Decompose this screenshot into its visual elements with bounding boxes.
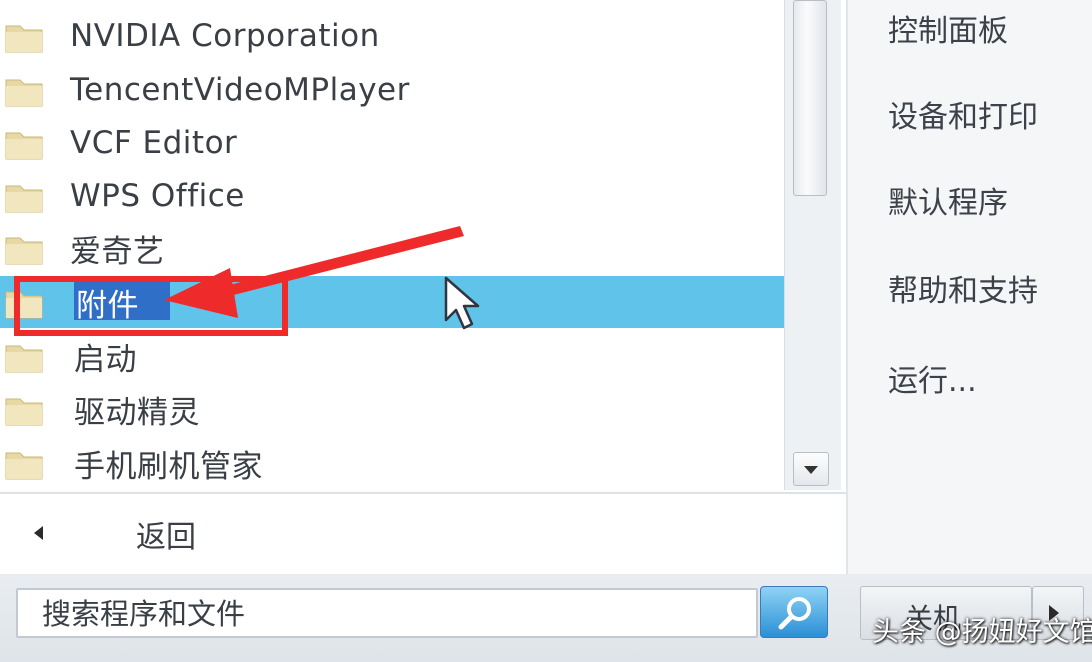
back-arrow-icon xyxy=(34,526,43,540)
program-item-iqiyi[interactable]: 爱奇艺 xyxy=(0,222,784,274)
right-item-default-programs[interactable]: 默认程序 xyxy=(888,178,1008,222)
folder-icon xyxy=(5,79,43,107)
right-item-devices-printers[interactable]: 设备和打印 xyxy=(888,92,1038,136)
folder-icon xyxy=(5,132,43,160)
mouse-cursor-icon xyxy=(444,276,480,330)
back-button[interactable]: 返回 xyxy=(0,504,846,562)
program-label: TencentVideoMPlayer xyxy=(70,72,410,108)
right-item-control-panel[interactable]: 控制面板 xyxy=(888,6,1008,50)
folder-icon xyxy=(5,237,43,265)
right-item-run[interactable]: 运行... xyxy=(888,356,977,400)
folder-icon xyxy=(5,25,43,53)
folder-icon xyxy=(5,452,43,480)
right-item-help-support[interactable]: 帮助和支持 xyxy=(888,266,1038,310)
search-button[interactable] xyxy=(760,586,828,638)
program-label: 爱奇艺 xyxy=(70,233,165,270)
program-item-wps-office[interactable]: WPS Office xyxy=(0,170,784,222)
back-label: 返回 xyxy=(136,520,196,555)
program-label: VCF Editor xyxy=(70,125,238,161)
program-label: NVIDIA Corporation xyxy=(70,18,380,54)
program-item-tencent-video[interactable]: TencentVideoMPlayer xyxy=(0,64,784,116)
folder-icon xyxy=(5,345,43,373)
program-item-vcf-editor[interactable]: VCF Editor xyxy=(0,117,784,169)
program-item-startup[interactable]: 启动 xyxy=(0,330,784,382)
scroll-down-button[interactable] xyxy=(793,452,829,486)
program-list-scrollbar[interactable] xyxy=(784,0,841,490)
folder-icon xyxy=(5,185,43,213)
right-panel: 控制面板 设备和打印 默认程序 帮助和支持 运行... xyxy=(846,0,1092,574)
program-label: 启动 xyxy=(74,341,137,378)
program-label: WPS Office xyxy=(70,178,245,214)
program-list: NVIDIA Corporation TencentVideoMPlayer V… xyxy=(0,0,784,490)
program-item-phone-flash[interactable]: 手机刷机管家 xyxy=(0,437,784,489)
program-label: 手机刷机管家 xyxy=(74,448,263,485)
search-input[interactable] xyxy=(42,596,732,632)
search-box[interactable] xyxy=(16,588,758,638)
list-divider xyxy=(0,492,846,494)
program-item-driver-genius[interactable]: 驱动精灵 xyxy=(0,383,784,435)
start-menu: NVIDIA Corporation TencentVideoMPlayer V… xyxy=(0,0,1092,662)
program-label: 驱动精灵 xyxy=(74,394,200,431)
folder-icon xyxy=(5,398,43,426)
watermark: 头条 @扬妞好文馆 xyxy=(872,617,1092,648)
program-item-nvidia[interactable]: NVIDIA Corporation xyxy=(0,10,784,62)
search-icon xyxy=(778,597,811,630)
annotation-highlight-box xyxy=(14,276,288,336)
scroll-thumb[interactable] xyxy=(793,0,827,196)
